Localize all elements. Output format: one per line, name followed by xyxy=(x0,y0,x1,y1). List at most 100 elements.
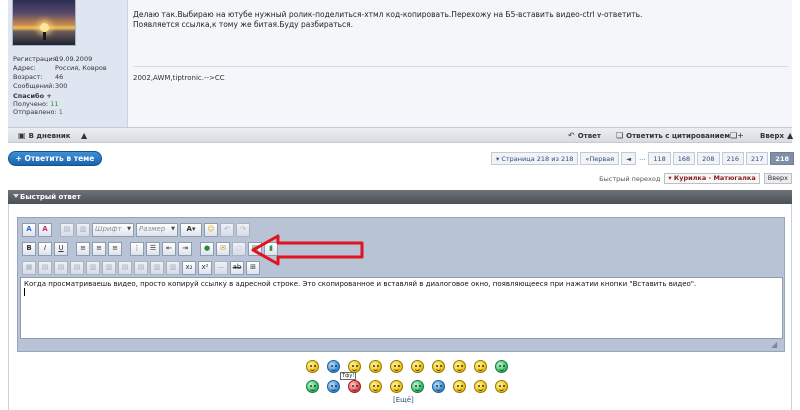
report-button[interactable]: ▲ xyxy=(81,131,87,140)
post-controls-bar: ▣ В дневник ▲ ↶ Ответ ❏ Ответить с цитир… xyxy=(8,127,793,143)
subscript-icon[interactable]: x₂ xyxy=(182,260,196,275)
red-arrow-annotation xyxy=(251,234,364,266)
smilie-icon[interactable] xyxy=(453,380,466,393)
indent-icon[interactable]: ⇥ xyxy=(178,241,192,256)
smilie-icon[interactable] xyxy=(390,380,403,393)
table-icon[interactable]: ▦ xyxy=(22,260,36,275)
prev-page-link[interactable]: ◄ xyxy=(621,152,637,165)
smilie-icon[interactable] xyxy=(474,380,487,393)
page-link[interactable]: 118 xyxy=(648,152,671,165)
quote-label: Ответить с цитированием xyxy=(626,131,731,140)
code-icon[interactable]: ▤ xyxy=(38,260,52,275)
page-link[interactable]: 168 xyxy=(672,152,696,165)
page-info[interactable]: ▾ Страница 218 из 218 xyxy=(491,152,579,165)
user-received: Получено: 11 xyxy=(13,100,59,108)
smilie-icon[interactable] xyxy=(453,360,466,373)
switch-mode-icon[interactable]: A xyxy=(22,222,36,237)
html-icon[interactable]: ▤ xyxy=(54,260,68,275)
post-message: Делаю так.Выбираю на ютубе нужный ролик-… xyxy=(133,10,783,30)
smilie-icon[interactable] xyxy=(327,380,340,393)
copy-icon[interactable]: ▥ xyxy=(76,222,90,237)
page-link[interactable]: 208 xyxy=(697,152,720,165)
bold-icon[interactable]: B xyxy=(22,241,36,256)
smilie-icon[interactable] xyxy=(390,360,403,373)
smilie-icon[interactable]: ☺ xyxy=(204,222,218,237)
smilie-icon[interactable] xyxy=(348,380,361,393)
insert-link-icon[interactable]: ● xyxy=(200,241,214,256)
left-column-icon[interactable]: ▥ xyxy=(150,260,164,275)
smilie-icon[interactable] xyxy=(432,360,445,373)
php-icon[interactable]: ▤ xyxy=(70,260,84,275)
quote-button[interactable]: ❏ Ответить с цитированием xyxy=(616,131,730,140)
reply-post-button[interactable]: ↶ Ответ xyxy=(568,131,601,140)
quick-reply-header[interactable]: Быстрый ответ xyxy=(8,190,792,204)
paste-icon[interactable]: ▤ xyxy=(60,222,74,237)
smilie-row-1 xyxy=(306,360,508,373)
remove-format-icon[interactable]: A xyxy=(38,222,52,237)
user-registration: Регистрация:19.09.2009 xyxy=(13,55,93,63)
font-select[interactable]: Шрифт ▼ xyxy=(92,222,134,237)
message-text: Когда просматриваешь видео, просто копир… xyxy=(24,280,697,288)
user-avatar[interactable] xyxy=(12,0,76,46)
post-top-button[interactable]: Вверх ▲ xyxy=(760,131,793,140)
quick-reply-title: Быстрый ответ xyxy=(20,193,81,201)
offtopic-icon[interactable]: ▤ xyxy=(134,260,148,275)
quote-icon: ❏ xyxy=(616,131,624,140)
spoiler-icon[interactable]: ▥ xyxy=(102,260,116,275)
remove-link-icon[interactable]: ◌ xyxy=(232,241,246,256)
page-link[interactable]: 216 xyxy=(721,152,744,165)
quick-nav-label: Быстрый переход xyxy=(599,174,661,183)
strikethrough-icon[interactable]: ab xyxy=(230,260,244,275)
smilie-icon[interactable] xyxy=(411,380,424,393)
align-right-icon[interactable]: ≡ xyxy=(108,241,122,256)
smilie-icon[interactable] xyxy=(369,360,382,373)
smilie-icon[interactable] xyxy=(495,360,508,373)
smilie-icon[interactable] xyxy=(327,360,340,373)
redo-icon[interactable]: ↷ xyxy=(236,222,250,237)
reply-in-thread-button[interactable]: + Ответить в теме xyxy=(8,151,102,166)
font-color-icon[interactable]: A▾ xyxy=(180,222,202,237)
post-message-line1: Делаю так.Выбираю на ютубе нужный ролик-… xyxy=(133,10,643,19)
insert-email-icon[interactable]: ✉ xyxy=(216,241,230,256)
superscript-icon[interactable]: x² xyxy=(198,260,212,275)
size-select[interactable]: Размер ▼ xyxy=(136,222,178,237)
editor-toolbar-row-2: B I U ≡ ≡ ≡ ⋮ ☰ ⇤ ⇥ ● ✉ ◌ ▧ ▮ xyxy=(22,241,278,256)
arrow-up-icon: ▲ xyxy=(787,131,794,140)
ordered-list-icon[interactable]: ⋮ xyxy=(130,241,144,256)
smilie-icon[interactable] xyxy=(306,380,319,393)
editor-toolbar-row-1: A A ▤ ▥ Шрифт ▼ Размер ▼ A▾ ☺ ↶ ↷ xyxy=(22,222,250,237)
pagination-ellipsis: ... xyxy=(639,154,646,162)
smilie-icon[interactable] xyxy=(432,380,445,393)
current-page: 218 xyxy=(770,152,794,165)
horizontal-rule-icon[interactable]: — xyxy=(214,260,228,275)
multiquote-button[interactable]: ❏+ xyxy=(730,131,744,140)
italic-icon[interactable]: I xyxy=(38,241,52,256)
underline-icon[interactable]: U xyxy=(54,241,68,256)
outdent-icon[interactable]: ⇤ xyxy=(162,241,176,256)
smilie-icon[interactable] xyxy=(411,360,424,373)
smilie-row-2 xyxy=(306,380,508,393)
undo-icon[interactable]: ↶ xyxy=(220,222,234,237)
page-link[interactable]: 217 xyxy=(746,152,769,165)
hide-icon[interactable]: ▤ xyxy=(118,260,132,275)
smilie-icon[interactable] xyxy=(369,380,382,393)
unordered-list-icon[interactable]: ☰ xyxy=(146,241,160,256)
diary-label: В дневник xyxy=(28,131,71,140)
smilie-icon[interactable] xyxy=(306,360,319,373)
diary-button[interactable]: ▣ В дневник xyxy=(18,131,71,140)
resize-grip-icon[interactable]: ◢ xyxy=(771,340,777,349)
quick-nav-go-button[interactable]: Вверх xyxy=(763,173,792,184)
align-left-icon[interactable]: ≡ xyxy=(76,241,90,256)
warning-icon: ▲ xyxy=(81,131,88,140)
signature-divider xyxy=(133,66,788,67)
smilie-icon[interactable] xyxy=(474,360,487,373)
collapse-icon xyxy=(13,194,19,198)
more-smilies-link[interactable]: [Ещё] xyxy=(393,396,414,404)
quote-block-icon[interactable]: ▥ xyxy=(86,260,100,275)
forum-select[interactable]: ▾ Курилка - Матюгалка xyxy=(664,173,760,184)
smilie-icon[interactable] xyxy=(495,380,508,393)
right-column-icon[interactable]: ▥ xyxy=(166,260,180,275)
message-textarea[interactable]: Когда просматриваешь видео, просто копир… xyxy=(20,277,783,339)
align-center-icon[interactable]: ≡ xyxy=(92,241,106,256)
first-page-link[interactable]: «Первая xyxy=(580,152,620,165)
